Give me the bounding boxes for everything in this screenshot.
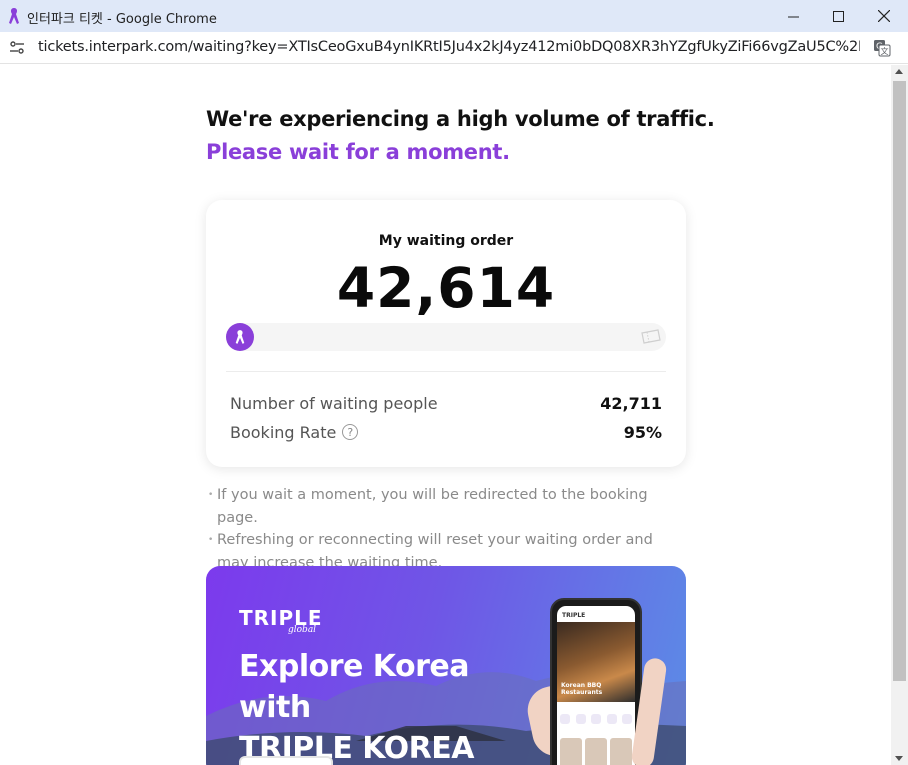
phone-food-label: Korean BBQ Restaurants — [561, 682, 603, 696]
banner-title-line1: Explore Korea with — [239, 649, 470, 725]
stat-value: 42,711 — [600, 393, 662, 413]
thumbnail-image — [560, 738, 582, 765]
thumbnail-row — [560, 738, 632, 765]
notice-item: • If you wait a moment, you will be redi… — [208, 484, 678, 529]
page-headline: We're experiencing a high volume of traf… — [206, 107, 715, 131]
category-icons — [560, 714, 632, 724]
waiting-progress-bar — [226, 323, 666, 351]
stat-value: 95% — [623, 422, 662, 442]
waiting-order-card: My waiting order 42,614 Number of waitin… — [206, 200, 686, 467]
category-icon — [622, 714, 632, 724]
stat-row-waiting-people: Number of waiting people 42,711 — [230, 392, 662, 414]
scroll-up-icon[interactable] — [895, 69, 903, 74]
notice-text: If you wait a moment, you will be redire… — [217, 487, 648, 526]
bullet-icon: • — [208, 535, 214, 545]
address-bar: tickets.interpark.com/waiting?key=XTIsCe… — [0, 32, 908, 64]
banner-title: Explore Korea with TRIPLE KOREA — [239, 646, 539, 765]
svg-text:文: 文 — [881, 46, 889, 56]
maximize-icon — [832, 10, 844, 22]
notice-list: • If you wait a moment, you will be redi… — [208, 484, 678, 574]
page-subhead: Please wait for a moment. — [206, 140, 510, 164]
site-info-icon[interactable] — [9, 40, 25, 56]
stat-label: Booking Rate — [230, 422, 337, 442]
waiting-order-number: 42,614 — [336, 256, 556, 320]
triple-logo-sub: global — [288, 625, 317, 635]
category-icon — [606, 714, 617, 724]
page-scrollbar[interactable] — [891, 65, 908, 765]
scrollbar-thumb[interactable] — [893, 81, 906, 681]
triple-korea-ad-banner[interactable]: TRIPLE global Explore Korea with TRIPLE … — [206, 566, 686, 765]
phone-app-name: TRIPLE — [562, 612, 586, 619]
page-content: We're experiencing a high volume of traf… — [0, 65, 891, 765]
notice-text: Refreshing or reconnecting will reset yo… — [217, 532, 653, 571]
stat-row-booking-rate: Booking Rate ? 95% — [230, 421, 662, 443]
card-divider — [226, 371, 666, 372]
interpark-logo-icon — [9, 8, 19, 24]
category-icon — [591, 714, 601, 724]
stat-label: Number of waiting people — [230, 393, 438, 413]
window-titlebar: 인터파크 티켓 - Google Chrome — [0, 0, 908, 32]
interpark-logo-icon — [235, 330, 245, 344]
minimize-button[interactable] — [770, 0, 816, 32]
phone-screen: TRIPLE Korean BBQ Restaurants — [557, 606, 635, 765]
close-button[interactable] — [861, 0, 907, 32]
minimize-icon — [787, 16, 799, 17]
translate-icon[interactable]: G 文 — [873, 39, 891, 57]
maximize-button[interactable] — [815, 0, 861, 32]
banner-cta-button[interactable] — [239, 756, 333, 765]
thumbnail-image — [610, 738, 632, 765]
progress-marker-icon — [226, 323, 254, 351]
waiting-order-label: My waiting order — [378, 233, 514, 249]
url-field[interactable]: tickets.interpark.com/waiting?key=XTIsCe… — [38, 39, 860, 55]
window-title: 인터파크 티켓 - Google Chrome — [27, 12, 217, 27]
help-icon[interactable]: ? — [342, 424, 359, 440]
category-icon — [575, 714, 586, 724]
thumbnail-image — [585, 738, 607, 765]
category-icon — [560, 714, 570, 724]
bullet-icon: • — [208, 490, 214, 500]
close-icon — [878, 10, 890, 22]
stat-label-wrap: Booking Rate ? — [230, 422, 359, 442]
scroll-down-icon[interactable] — [895, 756, 903, 761]
phone-mockup: TRIPLE Korean BBQ Restaurants — [550, 598, 642, 765]
ticket-icon — [641, 329, 661, 344]
